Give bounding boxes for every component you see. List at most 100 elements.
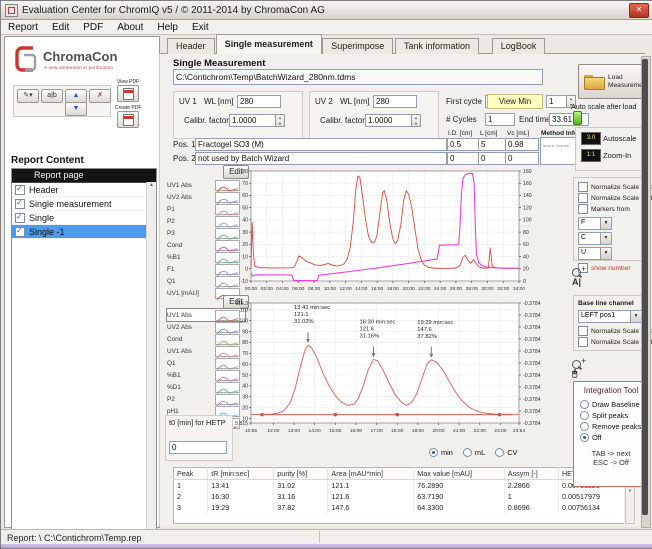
uv1-wl-field[interactable]: 280 (237, 95, 281, 108)
integration-option-label: Off (592, 433, 602, 442)
integration-option-split-peaks[interactable]: Split peaks (580, 410, 648, 421)
menu-item-about[interactable]: About (110, 22, 150, 33)
tree-row[interactable]: Header (12, 183, 156, 197)
l-col-label: L [cm] (480, 130, 497, 137)
baseline-channel-group: Base line channel LEFT pos1▼ Normalize S… (573, 295, 649, 351)
baseline-channel-select[interactable]: LEFT pos1▼ (578, 310, 642, 323)
pos1-vc-field[interactable]: 0.98 (505, 138, 539, 151)
svg-text:14:00: 14:00 (355, 286, 368, 292)
menu-item-edit[interactable]: Edit (45, 22, 76, 33)
load-measurement-button[interactable]: Load Measurement (578, 64, 644, 99)
tree-row[interactable]: Single -1 (12, 225, 156, 239)
uv2-label: UV 2 (315, 97, 333, 106)
svg-text:23:54: 23:54 (513, 428, 526, 434)
tree-row-checkbox[interactable] (15, 227, 25, 237)
chevron-down-icon: ▼ (600, 233, 611, 244)
uv1-calib-field[interactable]: 1.0000 (229, 114, 279, 127)
end-time-field[interactable]: 33.61 (549, 113, 589, 126)
autoscale-icon[interactable]: 3.0 (581, 132, 601, 145)
pos1-id-field[interactable]: 0.5 (447, 138, 479, 151)
table-cell: 19:29 (208, 502, 274, 513)
tree-scrollbar[interactable]: ▲ (146, 182, 156, 544)
annotate-icon[interactable]: 🖰 (572, 368, 577, 379)
svg-text:10:55: 10:55 (245, 428, 258, 434)
view-pdf-button[interactable] (117, 85, 139, 102)
svg-text:12:00: 12:00 (339, 286, 352, 292)
view-min-button[interactable]: View Min (487, 94, 543, 109)
normalize-left-checkbox[interactable] (578, 182, 588, 192)
svg-text:40: 40 (523, 254, 529, 260)
table-row[interactable]: 113:4131.02121.176.28902.28660.00733225 (174, 480, 625, 492)
move-down-button[interactable]: ▼ (65, 102, 87, 116)
integration-option-draw-baseline[interactable]: Draw Baseline (580, 399, 648, 410)
menu-item-help[interactable]: Help (150, 22, 185, 33)
unit-radio-min[interactable]: min (429, 447, 453, 458)
tab-tank-information[interactable]: Tank information (395, 38, 479, 54)
normalize-right-checkbox[interactable] (578, 193, 588, 203)
unit-radio-mL[interactable]: mL (463, 447, 485, 458)
table-row[interactable]: 216:3031.16121.663.719010.00517979 (174, 491, 625, 502)
menu-item-exit[interactable]: Exit (185, 22, 216, 33)
svg-text:21:00: 21:00 (453, 428, 466, 434)
table-cell: 3 (174, 502, 208, 513)
integration-option-remove-peaks[interactable]: Remove peaks (580, 421, 648, 432)
edit-pen-button[interactable]: ✎▾ (17, 89, 39, 103)
svg-text:-0.3784: -0.3784 (523, 313, 541, 319)
uv2-calib-spinner[interactable]: ▴▾ (411, 114, 421, 127)
tree-row-checkbox[interactable] (15, 199, 25, 209)
pos1-field[interactable]: Fractogel SO3 (M) (195, 138, 447, 151)
marker-c-select[interactable]: C▼ (578, 232, 612, 245)
file-path-field[interactable]: C:\Contichrom\Temp\BatchWizard_280nm.tdm… (173, 69, 543, 85)
markers-from-checkbox[interactable] (578, 204, 588, 214)
table-cell: 63.7190 (414, 491, 505, 502)
unit-radio-CV[interactable]: CV (495, 447, 517, 458)
zoom-in-icon[interactable]: 1:1 (581, 149, 601, 162)
marker-f-select[interactable]: F▼ (578, 217, 612, 230)
menu-item-report[interactable]: Report (1, 22, 45, 33)
uv2-wl-field[interactable]: 280 (373, 95, 417, 108)
tree-row[interactable]: Single measurement (12, 197, 156, 211)
annotate-icon[interactable]: A| (572, 277, 581, 287)
peak-table[interactable]: PeaktR [min:sec]purity [%]Area [mAU*min]… (173, 467, 625, 524)
integration-hint-esc: ESC -> Off (574, 458, 648, 467)
move-up-button[interactable]: ▲ (65, 89, 87, 103)
chart1-overview[interactable]: 80706050403020100-1018016014012010080604… (165, 164, 557, 300)
svg-text:60: 60 (242, 362, 248, 368)
scrollbar-thumb[interactable] (642, 59, 648, 515)
integration-option-off[interactable]: Off (580, 432, 648, 443)
main-scrollbar[interactable] (641, 56, 651, 528)
integration-option-label: Remove peaks (592, 422, 641, 431)
tab-single-measurement[interactable]: Single measurement (216, 34, 322, 54)
tree-row[interactable]: Single (12, 211, 156, 225)
table-row[interactable]: 319:2937.82147.664.33000.86960.00756134 (174, 502, 625, 513)
first-cycle-label: First cycle (446, 97, 482, 106)
marker-u-select[interactable]: U▼ (578, 247, 612, 260)
svg-text:90: 90 (242, 329, 248, 335)
radio-icon (580, 411, 589, 420)
table-cell: 76.2890 (414, 480, 505, 492)
baseline-normalize-left-checkbox[interactable] (578, 326, 588, 336)
svg-text:140: 140 (523, 193, 532, 199)
t0-field[interactable]: 0 (169, 441, 227, 454)
tree-row-checkbox[interactable] (15, 213, 25, 223)
autoscale-led-indicator[interactable] (573, 111, 582, 125)
create-pdf-button[interactable] (117, 111, 139, 128)
num-cycles-field[interactable]: 1 (485, 113, 515, 126)
integration-option-label: Draw Baseline (592, 400, 640, 409)
delete-page-button[interactable]: ✗ (89, 89, 111, 103)
rename-button[interactable]: a|b (41, 89, 63, 103)
baseline-normalize-right-checkbox[interactable] (578, 337, 588, 347)
tab-header[interactable]: Header (167, 38, 215, 54)
pos1-l-field[interactable]: 5 (478, 138, 506, 151)
brand-name: ChromaCon (43, 49, 117, 64)
uv2-calib-field[interactable]: 1.0000 (365, 114, 415, 127)
svg-text:80: 80 (242, 169, 248, 175)
svg-text:40: 40 (242, 384, 248, 390)
tab-logbook[interactable]: LogBook (492, 38, 546, 54)
menu-item-pdf[interactable]: PDF (76, 22, 110, 33)
tree-row-checkbox[interactable] (15, 185, 25, 195)
tab-superimpose[interactable]: Superimpose (322, 38, 393, 54)
close-button[interactable]: ✕ (629, 3, 649, 18)
table-cell: 64.3300 (414, 502, 505, 513)
uv1-calib-spinner[interactable]: ▴▾ (275, 114, 285, 127)
